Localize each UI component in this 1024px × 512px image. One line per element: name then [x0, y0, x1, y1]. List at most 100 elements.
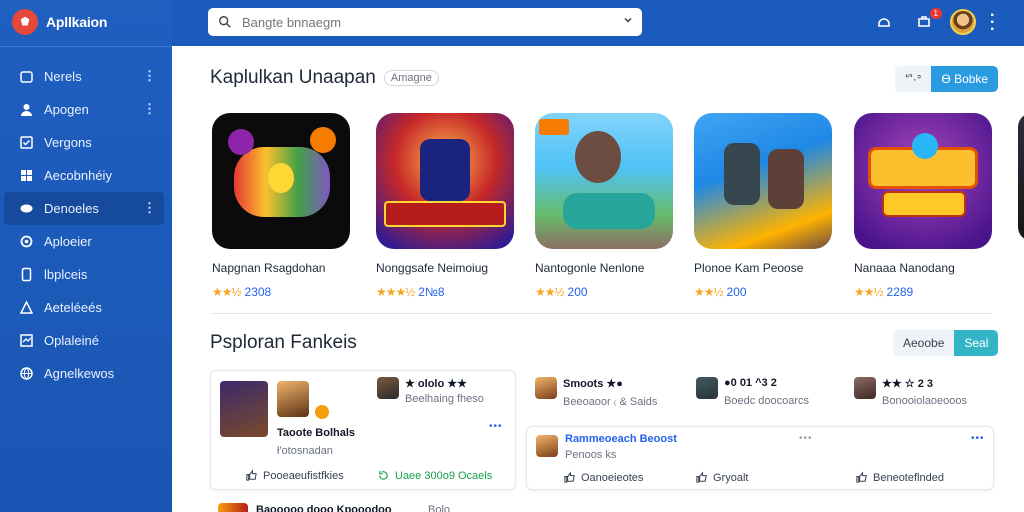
- sidebar-item-10[interactable]: Agnelkewos: [0, 357, 172, 390]
- game-card[interactable]: Nonggsafe Neimoiug ★★★½ 2№8: [376, 113, 514, 299]
- thumbs-up-icon: [564, 471, 575, 483]
- featured-toggle-right[interactable]: Ɵ Bobke: [931, 66, 999, 92]
- game-card[interactable]: Plonoe Kam Peoose ★★½ 200: [694, 113, 832, 299]
- game-thumbnail: [376, 113, 514, 249]
- more-menu-icon[interactable]: · · ·: [990, 8, 995, 38]
- item-options-icon[interactable]: ⋮: [143, 68, 156, 84]
- player-avatar: [277, 381, 309, 417]
- ranking-list-item[interactable]: ●0 01 ^3 2 Boedc doocoarcs: [696, 375, 846, 415]
- rankings-toggle-right[interactable]: Seal: [954, 330, 999, 356]
- game-thumbnail: [694, 113, 832, 249]
- sidebar-item-9[interactable]: Oplaleiné: [0, 324, 172, 357]
- ranking-card-main[interactable]: ★ ololo ★★ Beelhaing fheso ••• Taoote Bo…: [210, 370, 516, 490]
- sidebar-item-label: Vergons: [44, 135, 92, 150]
- ranking-card-secondary[interactable]: Rammeoeach Beoost Penoos ks ••• ••• Oano…: [526, 426, 994, 490]
- sidebar-item-2[interactable]: Apogen ⋮: [0, 93, 172, 126]
- chart-icon: [18, 300, 34, 316]
- refresh-icon: [379, 470, 388, 480]
- ranking-list-item[interactable]: Smoots ★● Beeoaoor ₍ & Saids: [535, 375, 685, 415]
- list-item-title: Smoots ★●: [563, 378, 623, 390]
- game-card-partial[interactable]: [1018, 113, 1024, 241]
- sidebar-item-3[interactable]: Vergons: [0, 126, 172, 159]
- home-icon: [18, 69, 34, 85]
- list-thumbnail: [535, 377, 557, 399]
- tag-icon: [18, 333, 34, 349]
- game-title: Nantogonle Nenlone: [535, 261, 645, 275]
- notifications-icon[interactable]: 1: [914, 8, 942, 32]
- card1-side-title: ★ ololo ★★: [405, 378, 467, 390]
- game-thumbnail: [220, 381, 268, 437]
- app-name: Apllkaion: [46, 14, 108, 30]
- sidebar-item-label: Denoeles: [44, 201, 99, 216]
- sidebar-item-8[interactable]: Aeteléeés: [0, 291, 172, 324]
- search-input[interactable]: [242, 14, 612, 30]
- game-title: Nonggsafe Neimoiug: [376, 261, 489, 275]
- item-options-icon[interactable]: ⋮: [143, 200, 156, 216]
- rating-value: 200: [726, 285, 747, 299]
- avatar[interactable]: [950, 9, 976, 35]
- help-icon[interactable]: [874, 12, 894, 32]
- bottom-thumbnail: [218, 503, 248, 512]
- notification-badge: 1: [929, 8, 942, 19]
- game-card[interactable]: Napgnan Rsagdohan ★★½ 2308: [212, 113, 350, 299]
- search-bar[interactable]: [208, 8, 642, 36]
- sidebar-item-label: lbplceis: [44, 267, 88, 282]
- star-rating-icon: ★★½: [854, 285, 884, 299]
- sidebar-item-6[interactable]: Aploeier: [0, 225, 172, 258]
- thumbs-up-icon: [856, 471, 867, 483]
- brand[interactable]: Apllkaion: [12, 9, 107, 35]
- rating-value: 2308: [244, 285, 272, 299]
- rankings-toggle-left[interactable]: Aeoobe: [893, 330, 955, 356]
- sidebar-item-label: Aecobnhéiy: [44, 168, 112, 183]
- gamepad-icon: [18, 201, 34, 217]
- card1-action-right[interactable]: Uaee 300o9 Ocaels: [377, 469, 492, 482]
- app-logo-icon: [12, 9, 38, 35]
- list-item-subtitle: Bonooiolaoeooos: [882, 395, 968, 407]
- list-thumbnail: [696, 377, 718, 399]
- sidebar-item-5[interactable]: Denoeles ⋮: [4, 192, 164, 225]
- game-title: Napgnan Rsagdohan: [212, 261, 326, 275]
- ranking-list-item[interactable]: ★★ ☆ 2 3 Bonooiolaoeooos: [854, 375, 1004, 415]
- sidebar: Apllkaion Nerels ⋮ Apogen ⋮ Vergons Aecobnhéi…: [0, 0, 172, 512]
- bottom-row-title: Baooooo dooo Kpooodoo: [256, 504, 392, 512]
- game-title: Nanaaa Nanodang: [854, 261, 955, 275]
- settings-icon: [18, 234, 34, 250]
- card2-dots-left: •••: [799, 433, 813, 444]
- award-icon: [315, 405, 329, 419]
- card1-more-icon[interactable]: •••: [489, 421, 503, 432]
- rating-value: 200: [567, 285, 588, 299]
- phone-icon: [18, 267, 34, 283]
- section-divider: [210, 313, 992, 314]
- featured-toggle: ᔥ·ᐣ Ɵ Bobke: [895, 66, 999, 92]
- game-rating: ★★½ 200: [694, 285, 747, 299]
- featured-toggle-left[interactable]: ᔥ·ᐣ: [895, 66, 932, 92]
- game-rating: ★★½ 2308: [212, 285, 271, 299]
- card1-title: Taoote Bolhals: [277, 427, 356, 439]
- game-card[interactable]: Nantogonle Nenlone ★★½ 200: [535, 113, 673, 299]
- card2-action-2[interactable]: Gryoalt: [695, 471, 748, 484]
- sidebar-item-label: Agnelkewos: [44, 366, 115, 381]
- sidebar-item-label: Aeteléeés: [44, 300, 102, 315]
- card1-action-left[interactable]: Pooeaeufistfkies: [245, 469, 344, 482]
- card2-more-icon[interactable]: •••: [971, 433, 985, 444]
- item-options-icon[interactable]: ⋮: [143, 101, 156, 117]
- sidebar-nav: Nerels ⋮ Apogen ⋮ Vergons Aecobnhéiy Denoeles ⋮…: [0, 60, 172, 390]
- card2-action-1[interactable]: Oanoeieotes: [563, 471, 643, 484]
- card2-action-1-label: Oanoeieotes: [581, 471, 644, 484]
- game-card[interactable]: Nanaaa Nanodang ★★½ 2289: [854, 113, 992, 299]
- topbar: 1 ···: [172, 0, 1024, 46]
- chevron-down-icon[interactable]: [622, 14, 634, 26]
- thumbs-up-icon: [696, 471, 707, 483]
- card2-action-2-label: Gryoalt: [713, 471, 749, 484]
- sidebar-item-4[interactable]: Aecobnhéiy: [0, 159, 172, 192]
- sidebar-item-label: Apogen: [44, 102, 89, 117]
- game-rating: ★★★½ 2№8: [376, 285, 445, 299]
- card1-side-subtitle: Beelhaing fheso: [405, 393, 484, 405]
- card2-action-3[interactable]: Beneoteflnded: [855, 471, 944, 484]
- sidebar-item-1[interactable]: Nerels ⋮: [0, 60, 172, 93]
- sidebar-item-7[interactable]: lbplceis: [0, 258, 172, 291]
- rating-value: 2№8: [418, 285, 445, 299]
- game-rating: ★★½ 2289: [854, 285, 913, 299]
- featured-chip[interactable]: Amagne: [383, 69, 439, 86]
- game-thumbnail: [212, 113, 350, 249]
